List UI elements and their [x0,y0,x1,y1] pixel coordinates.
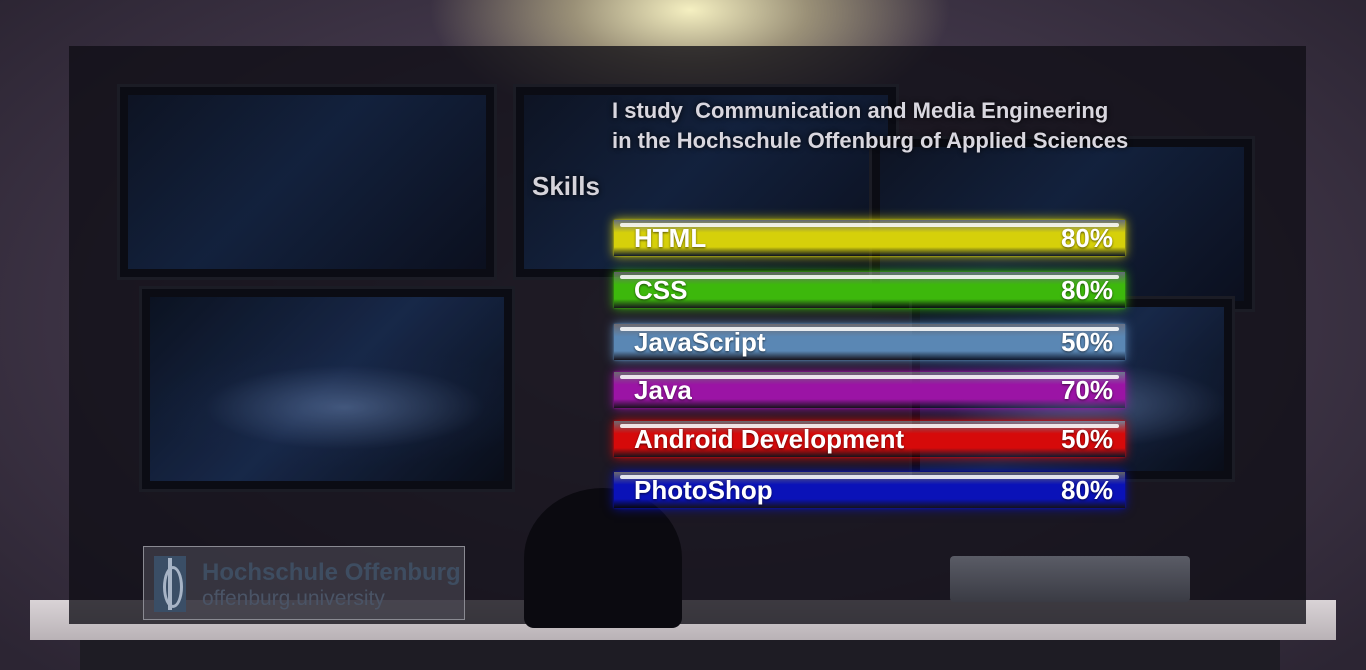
skill-percent: 50% [1060,326,1113,357]
skill-name: PhotoShop [634,474,773,505]
skill-bar-photoshop: PhotoShop 80% [614,472,1125,508]
skills-title: Skills [532,171,600,201]
skill-percent: 80% [1060,222,1113,253]
logo-url: offenburg.university [202,587,385,610]
laptop [950,556,1190,602]
skill-name: HTML [634,222,707,253]
skill-name: JavaScript [634,326,766,357]
intro-text: I study Communication and Media Engineer… [612,96,1128,156]
skill-name: Android Development [634,423,905,454]
intro-line-1: I study Communication and Media Engineer… [612,98,1109,123]
skill-name: Java [634,374,692,405]
skill-bar-java: Java 70% [614,372,1125,408]
hochschule-logo-icon [154,556,186,612]
skill-bar-html: HTML 80% [614,220,1125,256]
logo-name: Hochschule Offenburg [202,559,461,586]
monitor-top-left [117,84,497,280]
intro-line-2: in the Hochschule Offenburg of Applied S… [612,128,1129,153]
skill-bar-javascript: JavaScript 50% [614,324,1125,360]
desk-front [80,640,1280,670]
skill-percent: 80% [1060,274,1113,305]
office-chair [524,488,682,628]
skill-bar-android-development: Android Development 50% [614,421,1125,457]
university-logo: Hochschule Offenburg offenburg.universit… [143,546,465,620]
skill-percent: 70% [1060,374,1113,405]
skill-percent: 50% [1060,423,1113,454]
skill-percent: 80% [1060,474,1113,505]
skill-bar-css: CSS 80% [614,272,1125,308]
monitor-bottom-left [139,286,515,492]
skill-name: CSS [634,274,688,305]
